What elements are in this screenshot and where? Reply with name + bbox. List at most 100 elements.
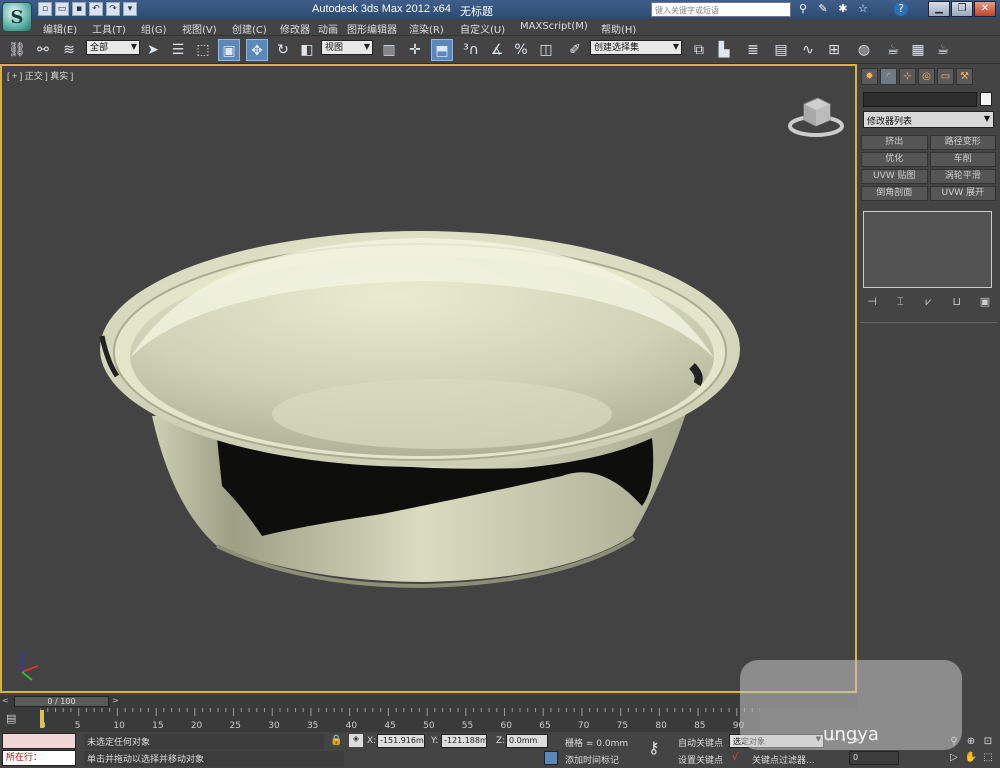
track-bar[interactable]: ▤ 051015202530354045505560657075808590 bbox=[0, 708, 760, 732]
star-icon[interactable]: ✱ bbox=[836, 2, 850, 16]
display-tab-icon[interactable]: ▭ bbox=[937, 68, 954, 85]
key-filters-button[interactable]: 关键点过滤器... bbox=[752, 753, 815, 766]
z-coord-field[interactable]: 0.0mm bbox=[506, 734, 548, 748]
auto-key-button[interactable]: 自动关键点 bbox=[678, 736, 723, 749]
help-icon[interactable]: ? bbox=[894, 2, 908, 16]
object-name-field[interactable] bbox=[863, 92, 977, 107]
maxscript-listener[interactable] bbox=[2, 733, 76, 749]
set-key-icon[interactable]: ⚷ bbox=[648, 738, 660, 757]
menu-help[interactable]: 帮助(H) bbox=[601, 21, 636, 36]
set-key-button[interactable]: 设置关键点 bbox=[678, 753, 723, 766]
add-time-tag-icon[interactable] bbox=[544, 751, 558, 765]
select-by-name-icon[interactable]: ☰ bbox=[167, 39, 189, 61]
rendered-frame-icon[interactable]: ▦ bbox=[907, 39, 929, 61]
orbit-icon[interactable]: ✋ bbox=[963, 750, 979, 765]
restore-icon[interactable]: ❐ bbox=[951, 1, 973, 17]
select-scale-icon[interactable]: ◧ bbox=[296, 39, 318, 61]
bowl-3d-model[interactable] bbox=[2, 66, 855, 691]
render-setup-icon[interactable]: ☕ bbox=[882, 39, 904, 61]
schematic-view-icon[interactable]: ⊞ bbox=[823, 39, 845, 61]
select-move-icon[interactable]: ✥ bbox=[246, 39, 268, 61]
select-rotate-icon[interactable]: ↻ bbox=[272, 39, 294, 61]
utilities-tab-icon[interactable]: ⚒ bbox=[956, 68, 973, 85]
menu-animation[interactable]: 动画 bbox=[318, 21, 338, 36]
percent-snap-icon[interactable]: % bbox=[510, 39, 532, 61]
rect-selection-icon[interactable]: ⬚ bbox=[192, 39, 214, 61]
modifier-stack[interactable] bbox=[863, 211, 992, 288]
bevel-profile-button[interactable]: 倒角剖面 bbox=[861, 186, 928, 201]
menu-views[interactable]: 视图(V) bbox=[182, 21, 217, 36]
angle-snap-icon[interactable]: ∡ bbox=[486, 39, 508, 61]
edit-named-sets-icon[interactable]: ✐ bbox=[564, 39, 586, 61]
bind-spacewarp-icon[interactable]: ≋ bbox=[58, 39, 80, 61]
create-tab-icon[interactable]: ✹ bbox=[861, 68, 878, 85]
curve-editor-icon[interactable]: ∿ bbox=[797, 39, 819, 61]
search-input[interactable]: 键入关键字或短语 bbox=[651, 2, 791, 17]
dropdown-icon[interactable]: ▾ bbox=[123, 2, 137, 16]
field-of-view-icon[interactable]: ▷ bbox=[946, 750, 962, 765]
time-slider[interactable]: 0 / 100 bbox=[14, 696, 109, 707]
turbosmooth-button[interactable]: 涡轮平滑 bbox=[929, 169, 996, 184]
material-editor-icon[interactable]: ◍ bbox=[853, 39, 875, 61]
redo-icon[interactable]: ↷ bbox=[106, 2, 120, 16]
mini-curve-editor-icon[interactable]: ▤ bbox=[6, 712, 24, 726]
named-selection-dropdown[interactable]: 创建选择集 ▼ bbox=[590, 40, 682, 55]
viewcube-icon[interactable] bbox=[788, 94, 844, 138]
graphite-ribbon-icon[interactable]: ▤ bbox=[770, 39, 792, 61]
optimize-button[interactable]: 优化 bbox=[861, 152, 928, 167]
select-manipulate-icon[interactable]: ✛ bbox=[404, 39, 426, 61]
menu-create[interactable]: 创建(C) bbox=[232, 21, 267, 36]
y-coord-field[interactable]: -121.188m bbox=[441, 734, 488, 748]
menu-modifiers[interactable]: 修改器 bbox=[280, 21, 310, 36]
snaps-toggle-icon[interactable]: ³∩ bbox=[460, 39, 482, 61]
unlink-icon[interactable]: ⚯ bbox=[32, 39, 54, 61]
lock-selection-icon[interactable]: 🔒 bbox=[330, 735, 342, 746]
open-folder-icon[interactable]: ▭ bbox=[55, 2, 69, 16]
x-coord-field[interactable]: -151.916m bbox=[377, 734, 425, 748]
menu-rendering[interactable]: 渲染(R) bbox=[409, 21, 444, 36]
keyboard-shortcut-icon[interactable]: ⬒ bbox=[431, 39, 453, 61]
motion-tab-icon[interactable]: ◎ bbox=[918, 68, 935, 85]
zoom-extents-icon[interactable]: ⊡ bbox=[980, 734, 996, 749]
select-object-icon[interactable]: ➤ bbox=[142, 39, 164, 61]
uvw-map-button[interactable]: UVW 贴图 bbox=[861, 169, 928, 184]
pin-stack-icon[interactable]: ⊣ bbox=[863, 294, 881, 310]
favorite-star-icon[interactable]: ☆ bbox=[856, 2, 870, 16]
render-production-icon[interactable]: ☕ bbox=[932, 39, 954, 61]
mirror-icon[interactable]: ⧉ bbox=[688, 39, 710, 61]
time-prev-icon[interactable]: < bbox=[2, 696, 9, 705]
path-deform-button[interactable]: 路径变形 bbox=[929, 135, 996, 150]
binoculars-icon[interactable]: ⚲ bbox=[796, 2, 810, 16]
reference-coord-dropdown[interactable]: 视图 ▼ bbox=[321, 40, 373, 55]
time-next-icon[interactable]: > bbox=[112, 696, 119, 705]
close-icon[interactable]: ✕ bbox=[974, 1, 996, 17]
tools-icon[interactable]: ✎ bbox=[816, 2, 830, 16]
modify-tab-icon[interactable]: ◜ bbox=[880, 68, 897, 85]
lathe-button[interactable]: 车削 bbox=[929, 152, 996, 167]
align-icon[interactable]: ▙ bbox=[713, 39, 735, 61]
remove-modifier-icon[interactable]: ⊔ bbox=[948, 294, 966, 310]
uvw-unwrap-button[interactable]: UVW 展开 bbox=[929, 186, 996, 201]
time-playhead[interactable] bbox=[40, 710, 44, 728]
new-file-icon[interactable]: ▫ bbox=[38, 2, 52, 16]
link-icon[interactable]: ⛓ bbox=[6, 39, 28, 61]
current-frame-field[interactable]: 0 bbox=[849, 751, 899, 765]
zoom-all-icon[interactable]: ⊕ bbox=[963, 734, 979, 749]
undo-icon[interactable]: ↶ bbox=[89, 2, 103, 16]
configure-sets-icon[interactable]: ▣ bbox=[976, 294, 994, 310]
menu-graph-editors[interactable]: 图形编辑器 bbox=[347, 21, 397, 36]
minimize-icon[interactable]: ▁ bbox=[928, 1, 950, 17]
make-unique-icon[interactable]: ⩗ bbox=[920, 294, 938, 310]
spinner-snap-icon[interactable]: ◫ bbox=[535, 39, 557, 61]
menu-edit[interactable]: 编辑(E) bbox=[43, 21, 77, 36]
save-icon[interactable]: ▪ bbox=[72, 2, 86, 16]
add-time-tag[interactable]: 添加时间标记 bbox=[565, 753, 619, 766]
show-end-result-icon[interactable]: ⌶ bbox=[891, 294, 909, 310]
perspective-viewport[interactable]: [ + ] 正交 ] 真实 ] bbox=[0, 64, 857, 693]
window-crossing-icon[interactable]: ▣ bbox=[218, 39, 240, 61]
extrude-button[interactable]: 挤出 bbox=[861, 135, 928, 150]
app-logo-icon[interactable]: S bbox=[2, 2, 32, 32]
hierarchy-tab-icon[interactable]: ⊹ bbox=[899, 68, 916, 85]
menu-tools[interactable]: 工具(T) bbox=[92, 21, 126, 36]
object-color-swatch[interactable] bbox=[980, 92, 992, 106]
